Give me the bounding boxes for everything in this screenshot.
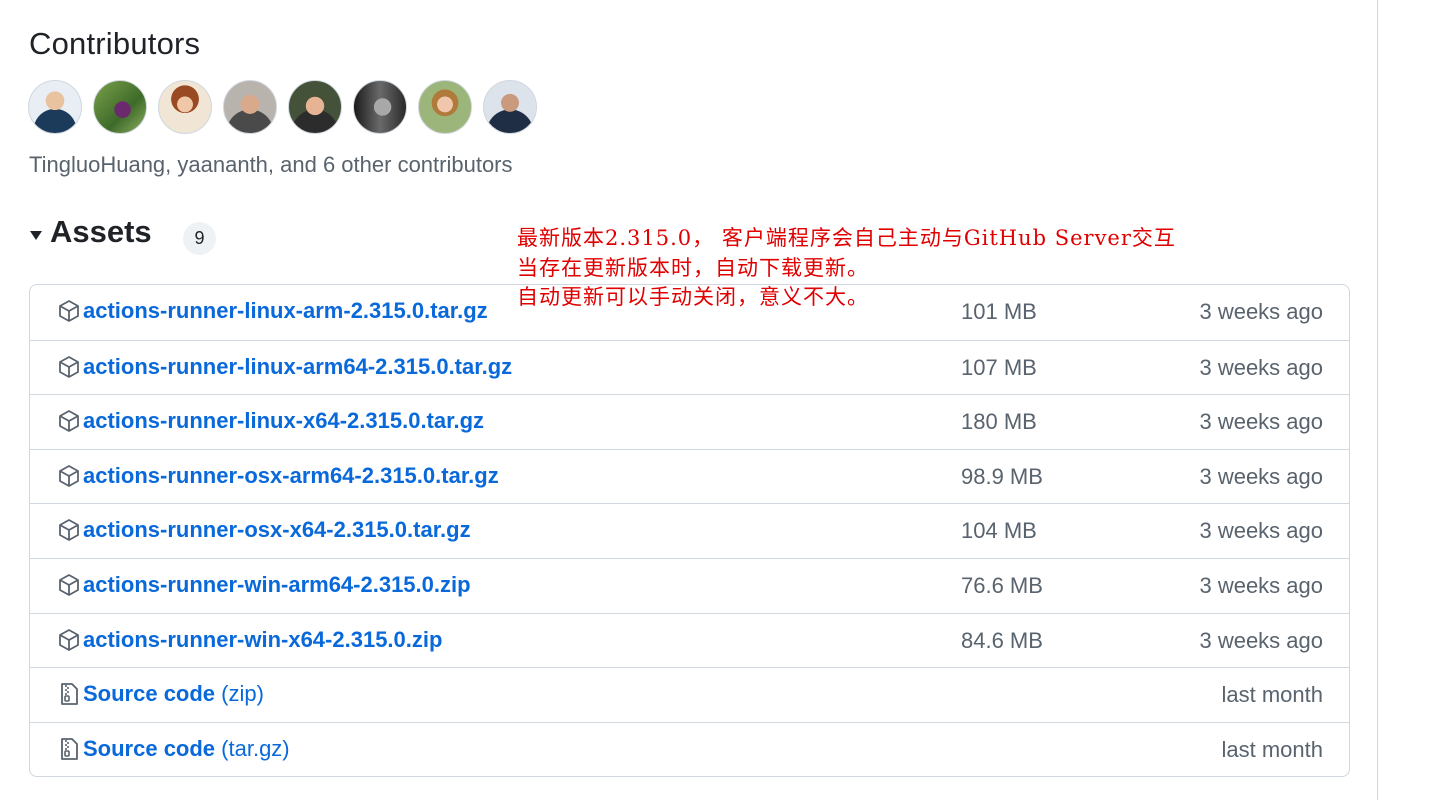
contributor-avatar-2[interactable]: [93, 80, 147, 134]
asset-link[interactable]: actions-runner-linux-arm64-2.315.0.tar.g…: [83, 354, 512, 380]
package-icon: [59, 300, 79, 322]
asset-row: actions-runner-linux-arm64-2.315.0.tar.g…: [30, 339, 1349, 395]
annotation-line: 自动更新可以手动关闭，意义不大。: [517, 285, 869, 309]
asset-link[interactable]: actions-runner-osx-arm64-2.315.0.tar.gz: [83, 463, 499, 489]
right-divider: [1377, 0, 1378, 800]
asset-size: 98.9 MB: [961, 463, 1043, 489]
source-code-label: Source code: [83, 681, 216, 707]
asset-date: 3 weeks ago: [1199, 463, 1323, 489]
avatar-list: [28, 80, 548, 134]
asset-row: actions-runner-win-x64-2.315.0.zip 84.6 …: [30, 612, 1349, 668]
asset-row: actions-runner-osx-x64-2.315.0.tar.gz 10…: [30, 503, 1349, 558]
triangle-down-icon: [30, 231, 42, 240]
asset-link[interactable]: actions-runner-win-arm64-2.315.0.zip: [83, 572, 471, 598]
asset-link[interactable]: actions-runner-linux-x64-2.315.0.tar.gz: [83, 408, 484, 434]
asset-size: 107 MB: [961, 354, 1037, 380]
contributor-avatar-1[interactable]: [28, 80, 82, 134]
asset-date: 3 weeks ago: [1199, 627, 1323, 653]
asset-link[interactable]: actions-runner-win-x64-2.315.0.zip: [83, 627, 442, 653]
contributor-avatar-4[interactable]: [223, 80, 277, 134]
file-zip-icon: [61, 683, 78, 706]
annotation-line: 当存在更新版本时，自动下载更新。: [517, 255, 869, 280]
asset-row: actions-runner-win-arm64-2.315.0.zip 76.…: [30, 557, 1349, 613]
package-icon: [59, 355, 79, 378]
package-icon: [59, 628, 79, 651]
source-code-zip-link[interactable]: Source code (zip): [83, 681, 264, 707]
source-row: Source code (tar.gz) last month: [30, 721, 1349, 776]
package-icon: [59, 519, 79, 542]
asset-date: 3 weeks ago: [1199, 409, 1323, 435]
contributor-avatar-5[interactable]: [288, 80, 342, 134]
package-icon: [59, 410, 79, 433]
package-icon: [59, 574, 79, 596]
asset-date: 3 weeks ago: [1199, 354, 1323, 380]
source-code-format: (zip): [221, 681, 264, 707]
assets-list: actions-runner-linux-arm-2.315.0.tar.gz …: [29, 284, 1350, 777]
contributor-avatar-7[interactable]: [418, 80, 472, 134]
asset-row: actions-runner-linux-x64-2.315.0.tar.gz …: [30, 394, 1349, 449]
contributor-avatar-6[interactable]: [353, 80, 407, 134]
asset-date: last month: [1221, 736, 1324, 762]
source-code-format: (tar.gz): [221, 735, 290, 761]
asset-size: 180 MB: [961, 409, 1037, 435]
source-row: Source code (zip) last month: [30, 667, 1349, 722]
annotation-line: 最新版本2.315.0， 客户端程序会自己主动与GitHub Server交互: [517, 226, 1176, 250]
contributor-avatar-8[interactable]: [483, 80, 537, 134]
asset-date: last month: [1221, 682, 1324, 708]
contributors-heading: Contributors: [29, 26, 201, 61]
file-zip-icon: [61, 737, 78, 760]
asset-size: 84.6 MB: [961, 627, 1043, 653]
asset-link[interactable]: actions-runner-linux-arm-2.315.0.tar.gz: [83, 298, 488, 324]
red-annotation: 最新版本2.315.0， 客户端程序会自己主动与GitHub Server交互 …: [517, 224, 1317, 313]
assets-count-badge: 9: [183, 222, 216, 255]
contributor-avatar-3[interactable]: [158, 80, 212, 134]
asset-row: actions-runner-osx-arm64-2.315.0.tar.gz …: [30, 448, 1349, 504]
asset-size: 104 MB: [961, 518, 1037, 544]
contributors-summary: TingluoHuang, yaananth, and 6 other cont…: [29, 152, 513, 177]
asset-size: 76.6 MB: [961, 572, 1043, 598]
assets-toggle[interactable]: Assets: [29, 214, 152, 250]
source-code-label: Source code: [83, 735, 216, 761]
package-icon: [59, 464, 79, 487]
assets-heading: Assets: [50, 214, 152, 249]
asset-date: 3 weeks ago: [1199, 518, 1323, 544]
source-code-targz-link[interactable]: Source code (tar.gz): [83, 736, 290, 762]
asset-date: 3 weeks ago: [1199, 572, 1323, 598]
asset-link[interactable]: actions-runner-osx-x64-2.315.0.tar.gz: [83, 517, 471, 543]
